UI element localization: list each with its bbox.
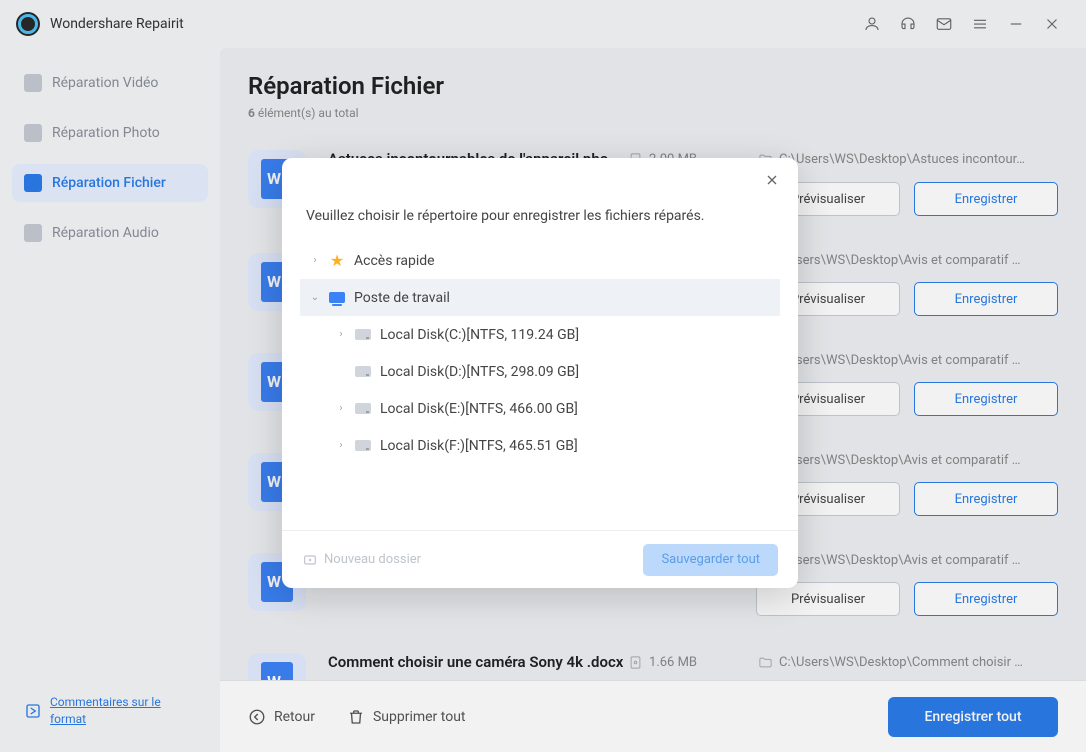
file-path: :\Users\WS\Desktop\Avis et comparatif …: [758, 353, 1058, 368]
tree-drive[interactable]: ›Local Disk(E:)[NTFS, 466.00 GB]: [300, 390, 780, 427]
chevron-right-icon: ›: [334, 440, 348, 451]
new-folder-button[interactable]: Nouveau dossier: [302, 552, 421, 568]
close-icon[interactable]: [1034, 6, 1070, 42]
drive-icon: [354, 326, 372, 344]
feedback-link[interactable]: Commentaires sur le format: [12, 686, 208, 736]
file-name: Comment choisir une caméra Sony 4k .docx: [328, 653, 628, 671]
modal-close-button[interactable]: [764, 172, 784, 192]
file-size: 1.66 MB: [628, 655, 758, 670]
save-button[interactable]: Enregistrer: [914, 282, 1058, 316]
pc-icon: [328, 289, 346, 307]
tree-this-pc[interactable]: ⌄Poste de travail: [300, 279, 780, 316]
save-directory-modal: Veuillez choisir le répertoire pour enre…: [282, 158, 798, 588]
file-icon: [24, 174, 42, 192]
chevron-right-icon: ›: [334, 329, 348, 340]
menu-icon[interactable]: [962, 6, 998, 42]
file-path: C:\Users\WS\Desktop\Astuces incontour…: [758, 152, 1058, 167]
account-icon[interactable]: [854, 6, 890, 42]
mail-icon[interactable]: [926, 6, 962, 42]
sidebar-item-photo[interactable]: Réparation Photo: [12, 114, 208, 152]
drive-icon: [354, 363, 372, 381]
file-row: Comment choisir une caméra Sony 4k .docx…: [248, 635, 1058, 680]
photo-icon: [24, 124, 42, 142]
save-all-button[interactable]: Enregistrer tout: [888, 697, 1058, 737]
directory-tree: ›★Accès rapide ⌄Poste de travail ›Local …: [300, 242, 780, 530]
save-button[interactable]: Enregistrer: [914, 182, 1058, 216]
app-title: Wondershare Repairit: [50, 16, 184, 32]
file-path: :\Users\WS\Desktop\Avis et comparatif …: [758, 553, 1058, 568]
delete-all-button[interactable]: Supprimer tout: [347, 708, 466, 726]
save-button[interactable]: Enregistrer: [914, 482, 1058, 516]
tree-quick-access[interactable]: ›★Accès rapide: [300, 242, 780, 279]
save-button[interactable]: Enregistrer: [914, 582, 1058, 616]
file-path: :\Users\WS\Desktop\Avis et comparatif …: [758, 453, 1058, 468]
support-icon[interactable]: [890, 6, 926, 42]
file-path: C:\Users\WS\Desktop\Comment choisir …: [758, 655, 1058, 670]
back-button[interactable]: Retour: [248, 708, 315, 726]
modal-save-all-button[interactable]: Sauvegarder tout: [643, 544, 778, 576]
save-button[interactable]: Enregistrer: [914, 382, 1058, 416]
modal-message: Veuillez choisir le répertoire pour enre…: [282, 158, 798, 242]
footer: Retour Supprimer tout Enregistrer tout: [220, 680, 1086, 752]
chevron-down-icon: ⌄: [308, 292, 322, 303]
file-path: :\Users\WS\Desktop\Avis et comparatif …: [758, 253, 1058, 268]
doc-icon: [248, 653, 306, 680]
drive-icon: [354, 400, 372, 418]
drive-icon: [354, 437, 372, 455]
tree-drive[interactable]: ›Local Disk(C:)[NTFS, 119.24 GB]: [300, 316, 780, 353]
tree-drive[interactable]: ›Local Disk(F:)[NTFS, 465.51 GB]: [300, 427, 780, 464]
page-title: Réparation Fichier: [248, 72, 1058, 100]
chevron-right-icon: ›: [308, 255, 322, 266]
sidebar-item-audio[interactable]: Réparation Audio: [12, 214, 208, 252]
sidebar: Réparation Vidéo Réparation Photo Répara…: [0, 48, 220, 752]
page-subtitle: 6 élément(s) au total: [248, 106, 1058, 120]
star-icon: ★: [328, 252, 346, 270]
minimize-icon[interactable]: [998, 6, 1034, 42]
audio-icon: [24, 224, 42, 242]
tree-drive[interactable]: Local Disk(D:)[NTFS, 298.09 GB]: [300, 353, 780, 390]
sidebar-item-file[interactable]: Réparation Fichier: [12, 164, 208, 202]
sidebar-item-video[interactable]: Réparation Vidéo: [12, 64, 208, 102]
chevron-right-icon: ›: [334, 403, 348, 414]
app-logo: [16, 12, 40, 36]
titlebar: Wondershare Repairit: [0, 0, 1086, 48]
video-icon: [24, 74, 42, 92]
